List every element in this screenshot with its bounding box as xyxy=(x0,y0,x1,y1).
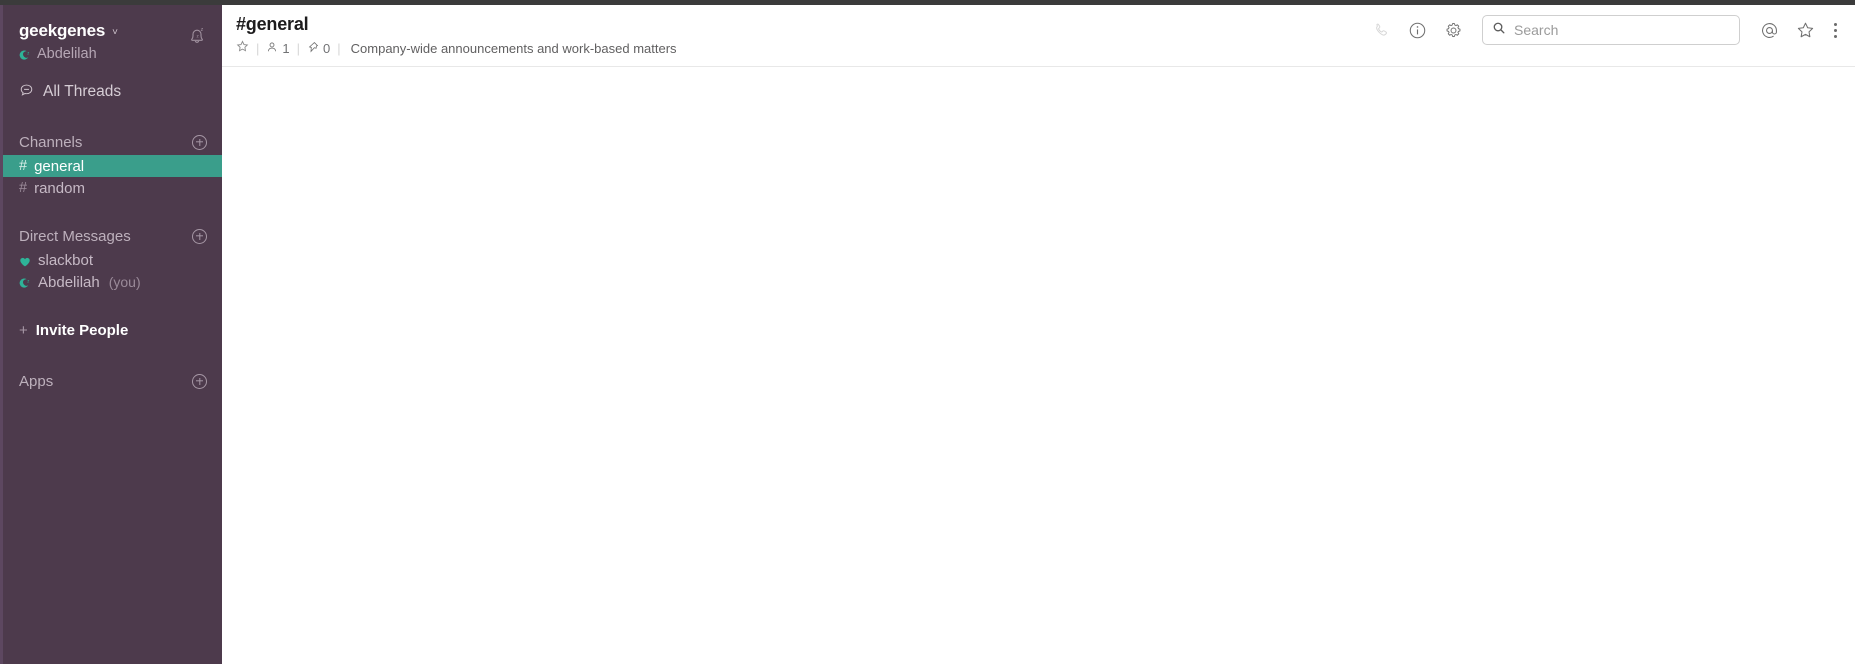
invite-people-button[interactable]: + Invite People xyxy=(3,319,222,341)
dm-label-abdelilah: Abdelilah xyxy=(38,273,100,291)
search-input[interactable] xyxy=(1514,22,1730,38)
gear-icon[interactable] xyxy=(1442,19,1464,41)
away-status-icon: z xyxy=(19,49,31,61)
current-user-name: Abdelilah xyxy=(37,46,97,62)
pin-icon xyxy=(307,41,319,56)
workspace-switcher[interactable]: geekgenes ˅ xyxy=(19,21,208,41)
sidebar-item-all-threads[interactable]: All Threads xyxy=(3,79,222,105)
sidebar-item-abdelilah[interactable]: z Abdelilah (you) xyxy=(3,271,222,293)
member-count: 1 xyxy=(282,40,290,56)
current-user[interactable]: z Abdelilah xyxy=(19,45,208,63)
sidebar-item-slackbot[interactable]: slackbot xyxy=(3,249,222,271)
add-channel-icon[interactable] xyxy=(192,134,207,150)
add-dm-icon[interactable] xyxy=(192,228,207,244)
star-icon[interactable] xyxy=(1794,19,1816,41)
info-circle-icon[interactable] xyxy=(1406,19,1428,41)
hash-icon: # xyxy=(19,158,28,174)
person-icon xyxy=(266,41,278,56)
dm-title: Direct Messages xyxy=(19,227,131,245)
workspace-header[interactable]: geekgenes ˅ z Abdelilah z z xyxy=(3,13,222,69)
channels-section: Channels # general # random xyxy=(3,129,222,199)
channels-title: Channels xyxy=(19,133,83,151)
svg-text:z: z xyxy=(27,278,29,283)
meta-separator: | xyxy=(256,40,260,56)
channel-topic[interactable]: Company-wide announcements and work-base… xyxy=(351,41,677,56)
sidebar-item-general[interactable]: # general xyxy=(3,155,222,177)
sidebar: geekgenes ˅ z Abdelilah z z All Threads … xyxy=(0,5,222,664)
search-box[interactable] xyxy=(1482,15,1740,45)
sidebar-item-random[interactable]: # random xyxy=(3,177,222,199)
kebab-menu-icon[interactable] xyxy=(1830,22,1841,38)
svg-text:z: z xyxy=(197,33,200,38)
workspace-name: geekgenes xyxy=(19,21,106,40)
at-mention-icon[interactable] xyxy=(1758,19,1780,41)
apps-section-header[interactable]: Apps xyxy=(3,368,222,394)
dm-label-slackbot: slackbot xyxy=(38,251,94,269)
dm-section-header[interactable]: Direct Messages xyxy=(3,223,222,249)
invite-people-label: Invite People xyxy=(35,321,129,339)
add-app-icon[interactable] xyxy=(192,373,207,389)
star-outline-icon[interactable] xyxy=(236,40,249,56)
channels-section-header[interactable]: Channels xyxy=(3,129,222,155)
pin-count-group[interactable]: 0 xyxy=(307,41,330,56)
channel-label-random: random xyxy=(34,179,85,197)
hash-icon: # xyxy=(19,180,28,196)
apps-section: Apps xyxy=(3,368,222,394)
channel-header: #general | 1 | 0 | Company-wide announce… xyxy=(222,5,1855,67)
dm-you-tag: (you) xyxy=(108,274,141,290)
svg-text:z: z xyxy=(27,50,29,55)
member-count-group[interactable]: 1 xyxy=(266,40,290,56)
message-pane xyxy=(222,67,1855,663)
chevron-down-icon: ˅ xyxy=(112,26,118,38)
heart-status-icon xyxy=(19,255,31,267)
slack-window: geekgenes ˅ z Abdelilah z z All Threads … xyxy=(0,0,1855,664)
phone-icon[interactable] xyxy=(1370,19,1392,41)
search-icon xyxy=(1492,21,1506,40)
direct-messages-section: Direct Messages slackbot z Abdelilah (yo… xyxy=(3,223,222,293)
plus-icon: + xyxy=(19,321,28,339)
meta-separator: | xyxy=(296,40,301,56)
header-toolbar xyxy=(1370,15,1841,45)
svg-text:z: z xyxy=(201,27,204,33)
away-status-icon: z xyxy=(19,277,31,289)
threads-icon xyxy=(19,83,34,102)
bell-snooze-icon[interactable]: z z xyxy=(186,25,208,47)
meta-separator: | xyxy=(337,40,341,56)
all-threads-label: All Threads xyxy=(43,83,122,100)
channel-label-general: general xyxy=(34,157,85,175)
main-area: #general | 1 | 0 | Company-wide announce… xyxy=(222,5,1855,664)
apps-title: Apps xyxy=(19,372,54,390)
pin-count: 0 xyxy=(323,40,331,56)
